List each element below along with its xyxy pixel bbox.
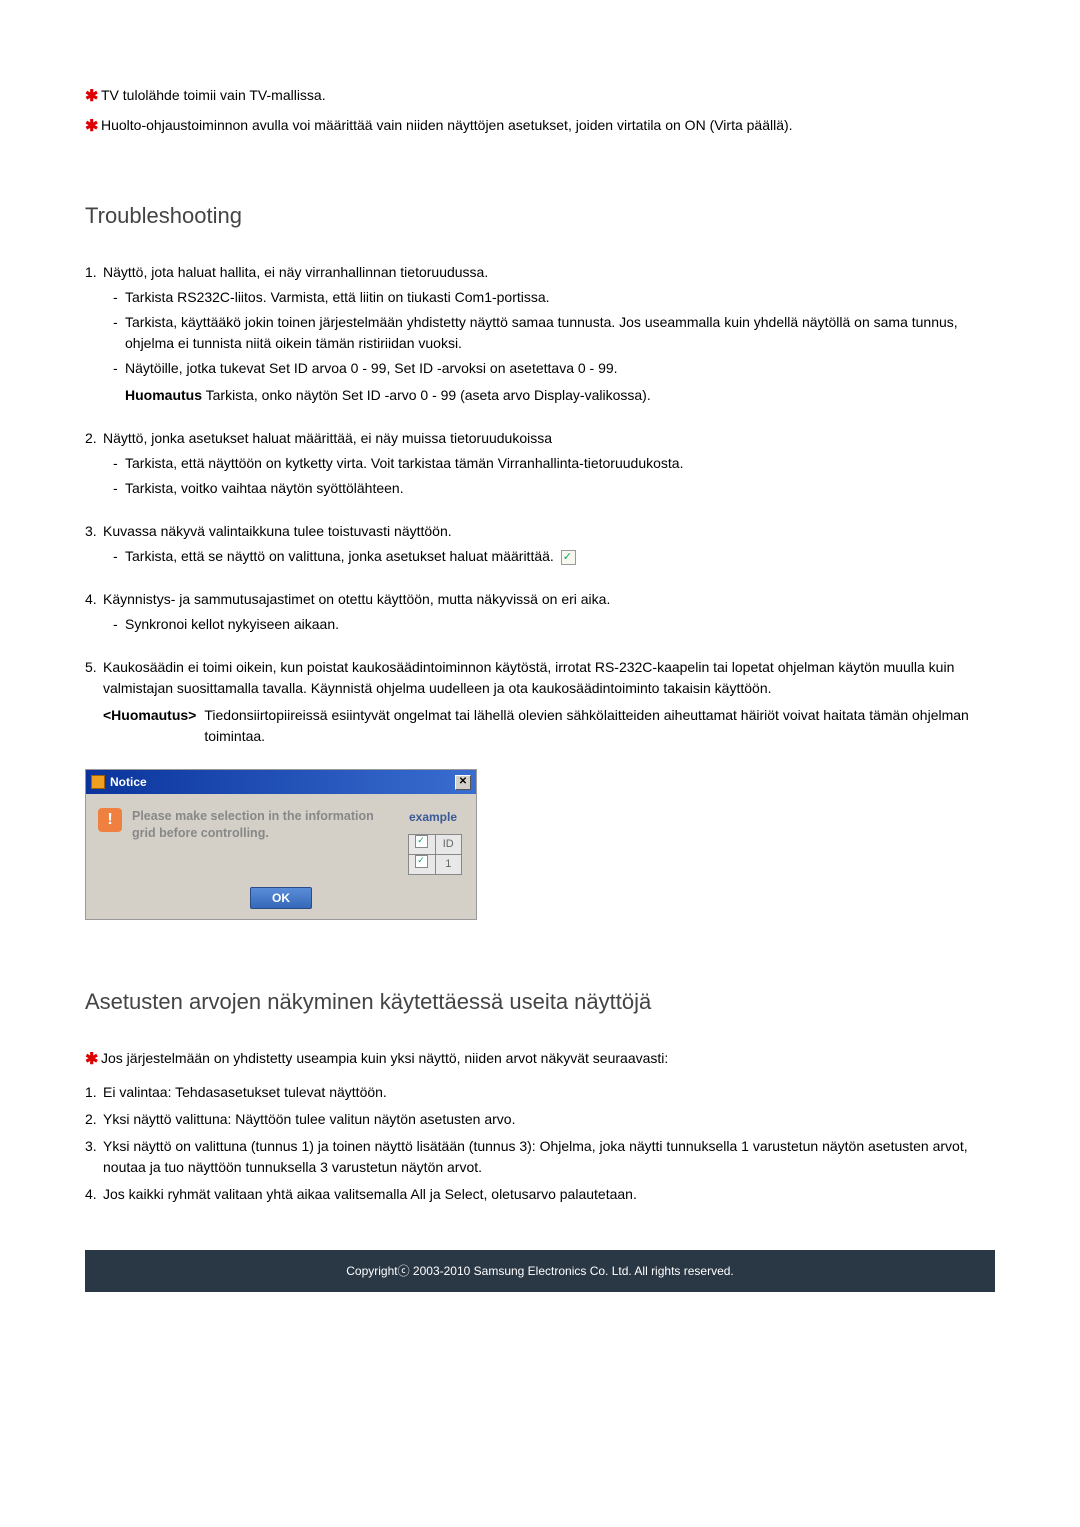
item-text: Yksi näyttö valittuna: Näyttöön tulee va… <box>103 1111 515 1127</box>
example-id-value: 1 <box>435 855 462 875</box>
huom-label: Huomautus <box>125 387 202 403</box>
example-check-cell <box>409 835 436 855</box>
huom-row: <Huomautus> Tiedonsiirtopiireissä esiint… <box>103 705 995 747</box>
list-item: Yksi näyttö valittuna: Näyttöön tulee va… <box>85 1109 995 1130</box>
item-main: Käynnistys- ja sammutusajastimet on otet… <box>103 591 610 607</box>
sub-item: Tarkista RS232C-liitos. Varmista, että l… <box>103 287 995 308</box>
close-icon[interactable]: ✕ <box>455 775 471 790</box>
item-main: Kuvassa näkyvä valintaikkuna tulee toist… <box>103 523 452 539</box>
example-box: example ID 1 <box>402 808 464 875</box>
note-text: Huolto-ohjaustoiminnon avulla voi määrit… <box>101 115 995 139</box>
footer-copyright: Copyrightⓒ 2003-2010 Samsung Electronics… <box>85 1250 995 1292</box>
star-icon: ✱ <box>85 85 99 109</box>
section-heading: Troubleshooting <box>85 199 995 232</box>
dialog-titlebar: Notice ✕ <box>86 770 476 794</box>
sub-item: Tarkista, että näyttöön on kytketty virt… <box>103 453 995 474</box>
sub-note: Huomautus Tarkista, onko näytön Set ID -… <box>103 385 995 406</box>
item-text: Yksi näyttö on valittuna (tunnus 1) ja t… <box>103 1138 968 1175</box>
star-icon: ✱ <box>85 115 99 139</box>
t-item-5: Kaukosäädin ei toimi oikein, kun poistat… <box>85 657 995 747</box>
example-id-header: ID <box>435 835 462 855</box>
huom-label: <Huomautus> <box>103 705 196 747</box>
section-heading: Asetusten arvojen näkyminen käytettäessä… <box>85 985 995 1018</box>
note-item: ✱ TV tulolähde toimii vain TV-mallissa. <box>85 85 995 109</box>
checkbox-icon <box>415 855 428 868</box>
dialog-title: Notice <box>110 773 147 791</box>
note-text: Jos järjestelmään on yhdistetty useampia… <box>101 1048 995 1072</box>
example-table: ID 1 <box>408 834 462 875</box>
checkbox-icon <box>415 835 428 848</box>
multi-display-section: Asetusten arvojen näkyminen käytettäessä… <box>85 985 995 1205</box>
alert-icon: ! <box>98 808 122 832</box>
note-text: TV tulolähde toimii vain TV-mallissa. <box>101 85 995 109</box>
t-item-3: Kuvassa näkyvä valintaikkuna tulee toist… <box>85 521 995 567</box>
star-icon: ✱ <box>85 1048 99 1072</box>
example-check-cell <box>409 855 436 875</box>
t-item-4: Käynnistys- ja sammutusajastimet on otet… <box>85 589 995 635</box>
sub-item: Synkronoi kellot nykyiseen aikaan. <box>103 614 995 635</box>
dialog-message: Please make selection in the information… <box>132 808 392 842</box>
troubleshooting-section: Troubleshooting Näyttö, jota haluat hall… <box>85 199 995 920</box>
sub-text: Tarkista, että se näyttö on valittuna, j… <box>125 548 554 564</box>
huom-text: Tiedonsiirtopiireissä esiintyvät ongelma… <box>204 705 995 747</box>
item-main: Näyttö, jota haluat hallita, ei näy virr… <box>103 264 488 280</box>
sub-item: Tarkista, voitko vaihtaa näytön syöttölä… <box>103 478 995 499</box>
sub-item: Tarkista, että se näyttö on valittuna, j… <box>103 546 995 567</box>
ok-button[interactable]: OK <box>250 887 312 909</box>
top-notes: ✱ TV tulolähde toimii vain TV-mallissa. … <box>85 85 995 139</box>
item-main: Näyttö, jonka asetukset haluat määrittää… <box>103 430 552 446</box>
notice-dialog-image: Notice ✕ ! Please make selection in the … <box>85 769 995 920</box>
t-item-2: Näyttö, jonka asetukset haluat määrittää… <box>85 428 995 499</box>
t-item-1: Näyttö, jota haluat hallita, ei näy virr… <box>85 262 995 406</box>
notice-dialog: Notice ✕ ! Please make selection in the … <box>85 769 477 920</box>
item-main: Kaukosäädin ei toimi oikein, kun poistat… <box>103 659 954 696</box>
note-item: ✱ Huolto-ohjaustoiminnon avulla voi määr… <box>85 115 995 139</box>
list-item: Yksi näyttö on valittuna (tunnus 1) ja t… <box>85 1136 995 1178</box>
sub-item: Tarkista, käyttääkö jokin toinen järjest… <box>103 312 995 354</box>
list-item: Ei valintaa: Tehdasasetukset tulevat näy… <box>85 1082 995 1103</box>
list-item: Jos kaikki ryhmät valitaan yhtä aikaa va… <box>85 1184 995 1205</box>
note-item: ✱ Jos järjestelmään on yhdistetty useamp… <box>85 1048 995 1072</box>
dialog-app-icon <box>91 775 105 789</box>
item-text: Ei valintaa: Tehdasasetukset tulevat näy… <box>103 1084 387 1100</box>
checkbox-icon <box>561 550 576 565</box>
huom-text: Tarkista, onko näytön Set ID -arvo 0 - 9… <box>206 387 651 403</box>
sub-item: Näytöille, jotka tukevat Set ID arvoa 0 … <box>103 358 995 379</box>
dialog-body: ! Please make selection in the informati… <box>86 794 476 883</box>
example-label: example <box>402 808 464 826</box>
item-text: Jos kaikki ryhmät valitaan yhtä aikaa va… <box>103 1186 637 1202</box>
